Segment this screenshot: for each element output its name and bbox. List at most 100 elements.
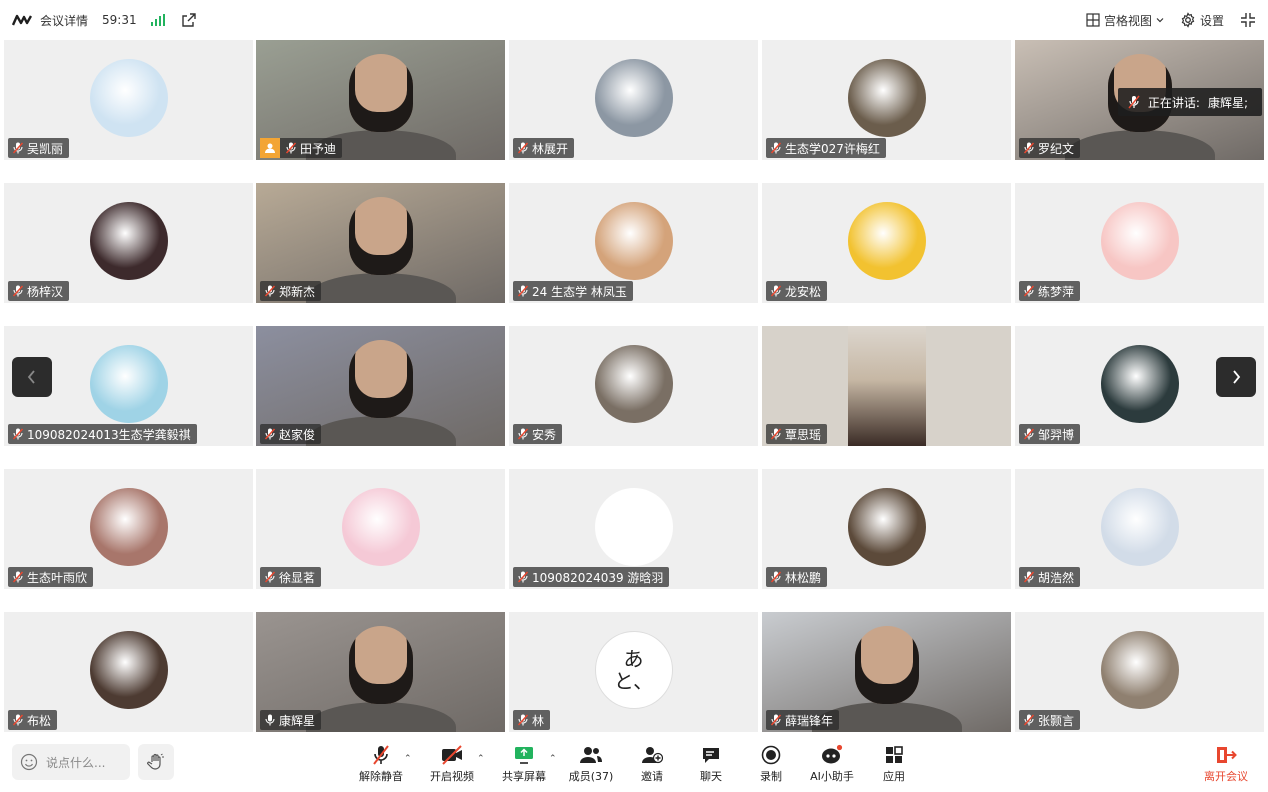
unmute-label: 解除静音 (359, 770, 403, 783)
participant-grid: 吴凯丽 田予迪 林展开 生态学027许梅红 罗纪文杨梓汉 郑新杰 24 生态学 林凤玉 龙安松… (0, 40, 1268, 732)
participant-tile[interactable]: 龙安松 (762, 183, 1011, 303)
participant-tile[interactable]: 109082024039 游晗羽 (509, 469, 758, 589)
mic-muted-icon (770, 714, 782, 726)
audio-options-caret[interactable]: ⌃ (404, 754, 412, 764)
participant-name-tag: 24 生态学 林凤玉 (513, 281, 633, 301)
participant-tile[interactable]: 生态学027许梅红 (762, 40, 1011, 160)
speaking-indicator: 正在讲话: 康辉星; (1117, 88, 1262, 116)
apps-grid-icon (886, 746, 903, 763)
exit-fullscreen-button[interactable] (1240, 12, 1256, 28)
participant-tile[interactable]: 郑新杰 (256, 183, 505, 303)
app-logo-icon (12, 13, 32, 27)
participant-tile[interactable]: 24 生态学 林凤玉 (509, 183, 758, 303)
share-options-caret[interactable]: ⌃ (549, 754, 557, 764)
participant-tile[interactable]: 吴凯丽 (4, 40, 253, 160)
participant-tile[interactable]: 田予迪 (256, 40, 505, 160)
host-icon (260, 138, 280, 158)
participant-tile[interactable]: 林松鹏 (762, 469, 1011, 589)
mic-muted-icon (517, 142, 529, 154)
chevron-right-icon (1233, 370, 1241, 384)
avatar-glyph: あと、 (613, 647, 654, 693)
members-button[interactable]: 成员(37) (561, 744, 621, 784)
participant-name: 罗纪文 (1038, 141, 1075, 156)
camera-off-icon (442, 745, 462, 765)
mic-muted-icon (264, 571, 276, 583)
mic-muted-icon (373, 745, 389, 765)
participant-name: 安秀 (532, 427, 557, 442)
avatar: あと、 (594, 631, 673, 709)
avatar (594, 59, 673, 137)
meeting-timer: 59:31 (102, 13, 137, 27)
unmute-button[interactable]: 解除静音 (351, 744, 411, 784)
participant-name-tag: 张颢言 (1019, 710, 1081, 730)
apps-button[interactable]: 应用 (864, 744, 924, 784)
chat-button[interactable]: 聊天 (681, 744, 741, 784)
avatar (1100, 345, 1179, 423)
raise-hand-button[interactable] (138, 744, 174, 780)
participant-tile[interactable]: 安秀 (509, 326, 758, 446)
share-screen-button[interactable]: 共享屏幕 (494, 744, 554, 784)
previous-page-button[interactable] (12, 357, 52, 397)
exit-door-icon (1217, 747, 1237, 763)
mic-muted-icon (12, 571, 24, 583)
participant-tile[interactable]: 康辉星 (256, 612, 505, 732)
video-options-caret[interactable]: ⌃ (477, 754, 485, 764)
grid-view-label: 宫格视图 (1103, 13, 1152, 28)
participant-tile[interactable]: 练梦萍 (1015, 183, 1264, 303)
leave-meeting-button[interactable]: 离开会议 (1196, 744, 1256, 784)
invite-button[interactable]: 邀请 (622, 744, 682, 784)
avatar (847, 488, 926, 566)
network-signal-icon[interactable] (150, 14, 165, 26)
mic-muted-icon (770, 571, 782, 583)
participant-name-tag: 徐显茗 (260, 567, 322, 587)
members-label: 成员(37) (568, 770, 614, 783)
participant-name-tag: 林松鹏 (766, 567, 828, 587)
participant-tile[interactable]: 覃思瑶 (762, 326, 1011, 446)
collapse-icon (1241, 13, 1255, 27)
participant-tile[interactable]: 生态叶雨欣 (4, 469, 253, 589)
participant-name-tag: 郑新杰 (260, 281, 322, 301)
participant-name-tag: 109082024013生态学龚毅祺 (8, 424, 197, 444)
participant-video (848, 326, 926, 446)
participant-tile[interactable]: 薛瑞锋年 (762, 612, 1011, 732)
participant-name-tag: 吴凯丽 (8, 138, 70, 158)
participant-name-tag: 覃思瑶 (766, 424, 828, 444)
avatar (89, 631, 168, 709)
meeting-details-link[interactable]: 会议详情 (40, 12, 88, 29)
participant-name: 邹羿博 (1038, 427, 1075, 442)
bottom-toolbar: 说点什么... 解除静音 ⌃ 开启视频 ⌃ 共享屏幕 ⌃ 成员(37) 邀请 聊… (0, 732, 1268, 792)
popout-icon[interactable] (181, 12, 197, 28)
mic-muted-icon (517, 285, 529, 297)
participant-name: 张颢言 (1038, 713, 1075, 728)
grid-view-button[interactable]: 宫格视图 (1086, 12, 1164, 29)
participant-tile[interactable]: あと、林 (509, 612, 758, 732)
participant-name: 生态学027许梅红 (785, 141, 880, 156)
participant-tile[interactable]: 赵家俊 (256, 326, 505, 446)
participant-tile[interactable]: 杨梓汉 (4, 183, 253, 303)
start-video-button[interactable]: 开启视频 (422, 744, 482, 784)
avatar (1100, 202, 1179, 280)
participant-tile[interactable]: 胡浩然 (1015, 469, 1264, 589)
participant-tile[interactable]: 徐显茗 (256, 469, 505, 589)
next-page-button[interactable] (1216, 357, 1256, 397)
participant-tile[interactable]: 林展开 (509, 40, 758, 160)
settings-button[interactable]: 设置 (1180, 12, 1224, 29)
ai-assistant-button[interactable]: AI小助手 (802, 744, 862, 784)
mic-muted-icon (517, 714, 529, 726)
participant-tile[interactable]: 布松 (4, 612, 253, 732)
ai-assistant-icon (822, 744, 843, 764)
record-button[interactable]: 录制 (741, 744, 801, 784)
mic-muted-icon (1128, 95, 1140, 109)
participant-face (348, 340, 413, 418)
mic-muted-icon (12, 428, 24, 440)
mic-muted-icon (517, 571, 529, 583)
mic-muted-icon (1023, 142, 1035, 154)
participant-name-tag: 薛瑞锋年 (766, 710, 840, 730)
avatar (89, 202, 168, 280)
participant-name-tag: 康辉星 (260, 710, 322, 730)
quick-chat-input[interactable]: 说点什么... (12, 744, 130, 780)
participant-tile[interactable]: 张颢言 (1015, 612, 1264, 732)
start-video-label: 开启视频 (430, 770, 474, 783)
avatar (847, 202, 926, 280)
participant-face (854, 626, 919, 704)
